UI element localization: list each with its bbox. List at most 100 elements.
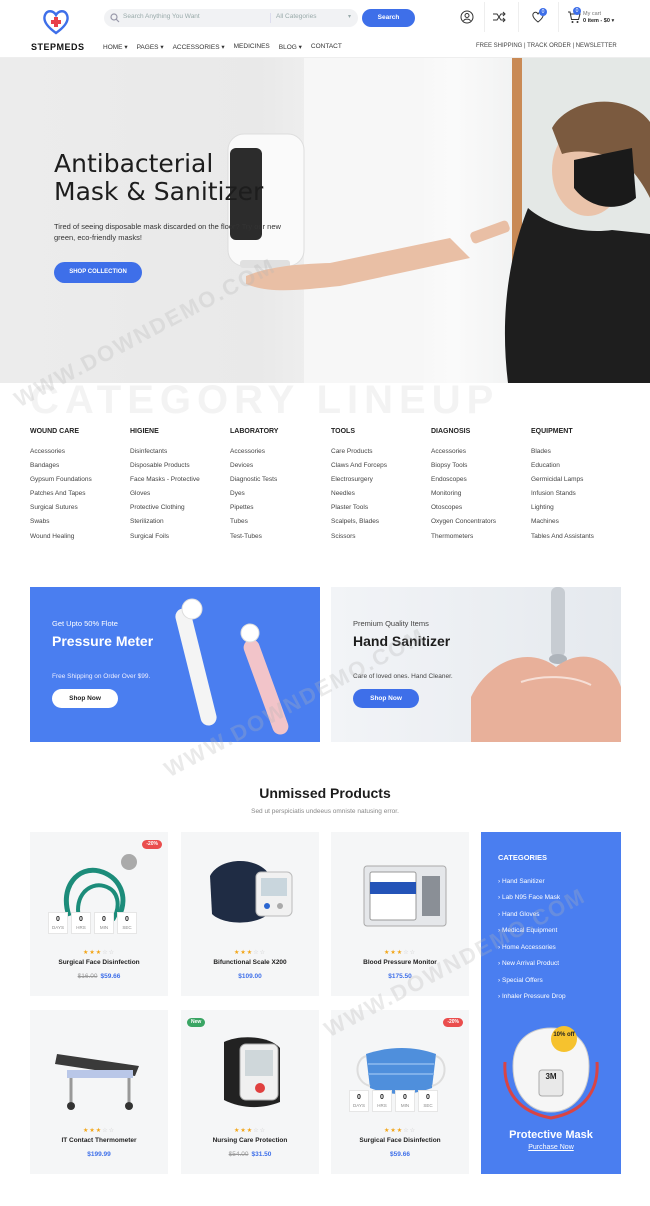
current-price: $31.50 [251,1151,272,1158]
sidebar-item-special-offers[interactable]: › Special Offers [498,977,543,984]
search-button[interactable]: Search [362,9,415,27]
category-link[interactable]: Disposable Products [130,462,230,476]
product-name[interactable]: Bifunctional Scale X200 [181,959,319,966]
category-link[interactable]: Scissors [331,533,431,547]
category-link[interactable]: Accessories [230,448,330,462]
sidebar-item-new-arrival[interactable]: › New Arrival Product [498,960,559,967]
category-link[interactable]: Oxygen Concentrators [431,518,531,532]
category-column-title[interactable]: TOOLS [331,428,431,435]
countdown-value: 0 [125,916,129,923]
logo-icon[interactable] [42,8,70,36]
category-link[interactable]: Blades [531,448,631,462]
logo-text[interactable]: STEPMEDS [31,42,85,52]
product-name[interactable]: Surgical Face Disinfection [331,1137,469,1144]
category-select[interactable]: All Categories [276,13,316,20]
account-icon[interactable] [460,10,474,24]
category-link[interactable]: Patches And Tapes [30,490,130,504]
category-link[interactable]: Accessories [431,448,531,462]
category-link[interactable]: Tubes [230,518,330,532]
category-link[interactable]: Diagnostic Tests [230,476,330,490]
product-name[interactable]: Nursing Care Protection [181,1137,319,1144]
search-input[interactable]: Search Anything You Want [123,13,200,20]
category-link[interactable]: Scalpels, Blades [331,518,431,532]
nav-item-blog[interactable]: BLOG ▾ [279,43,302,51]
chevron-down-icon[interactable]: ▾ [348,13,351,20]
category-link[interactable]: Thermometers [431,533,531,547]
category-link[interactable]: Wound Healing [30,533,130,547]
category-link[interactable]: Plaster Tools [331,504,431,518]
product-card[interactable]: New ★★★☆☆ Nursing Care Protection $54.00… [181,1010,319,1174]
countdown-label: MIN [99,925,109,930]
newsletter-link[interactable]: NEWSLETTER [576,43,617,49]
nav-label: PAGES [136,44,159,51]
sidebar-item-hand-sanitizer[interactable]: › Hand Sanitizer [498,878,545,885]
category-link[interactable]: Dyes [230,490,330,504]
category-link[interactable]: Lighting [531,504,631,518]
compare-icon[interactable] [492,10,506,24]
category-link[interactable]: Test-Tubes [230,533,330,547]
category-link[interactable]: Face Masks - Protective [130,476,230,490]
product-card[interactable]: ★★★☆☆ IT Contact Thermometer $199.99 [30,1010,168,1174]
product-name[interactable]: IT Contact Thermometer [30,1137,168,1144]
countdown-minutes: 0 MIN [395,1090,415,1112]
nav-item-accessories[interactable]: ACCESSORIES ▾ [173,43,225,51]
category-column-title[interactable]: WOUND CARE [30,428,130,435]
chevron-right-icon: › [498,960,501,967]
category-link[interactable]: Machines [531,518,631,532]
category-link[interactable]: Disinfectants [130,448,230,462]
hand-washing-image [471,587,621,742]
nav-item-home[interactable]: HOME ▾ [103,43,128,51]
sidebar-item-label: Special Offers [501,977,543,984]
shop-collection-button[interactable]: SHOP COLLECTION [54,262,142,283]
category-link[interactable]: Protective Clothing [130,504,230,518]
category-link[interactable]: Bandages [30,462,130,476]
category-link[interactable]: Care Products [331,448,431,462]
category-link[interactable]: Otoscopes [431,504,531,518]
rating-stars: ★★★☆☆ [384,1128,416,1134]
category-link[interactable]: Needles [331,490,431,504]
promo-kicker: Get Upto 50% Flote [52,619,118,628]
category-link[interactable]: Accessories [30,448,130,462]
sidebar-item-inhaler[interactable]: › Inhaler Pressure Drop [498,993,566,1000]
category-link[interactable]: Infusion Stands [531,490,631,504]
category-link[interactable]: Gloves [130,490,230,504]
category-link[interactable]: Education [531,462,631,476]
category-link[interactable]: Gypsum Foundations [30,476,130,490]
countdown-label: SEC [423,1103,433,1108]
shop-now-button[interactable]: Shop Now [52,689,118,708]
category-column-title[interactable]: HIGIENE [130,428,230,435]
nav-item-medicines[interactable]: MEDICINES [234,43,270,51]
category-column-title[interactable]: EQUIPMENT [531,428,631,435]
category-link[interactable]: Tables And Assistants [531,533,631,547]
category-link[interactable]: Surgical Foils [130,533,230,547]
countdown-timer: 0 DAYS 0 HRS 0 MIN 0 SEC [48,912,137,934]
category-column-title[interactable]: DIAGNOSIS [431,428,531,435]
shop-now-button[interactable]: Shop Now [353,689,419,708]
product-card[interactable]: ★★★☆☆ Bifunctional Scale X200 $109.00 [181,832,319,996]
purchase-now-link[interactable]: Purchase Now [481,1144,621,1151]
category-link[interactable]: Claws And Forceps [331,462,431,476]
nav-item-pages[interactable]: PAGES ▾ [137,43,164,51]
category-link[interactable]: Biopsy Tools [431,462,531,476]
cart-label[interactable]: My cart [583,11,601,17]
category-link[interactable]: Pipettes [230,504,330,518]
track-order-link[interactable]: TRACK ORDER [527,43,571,49]
category-column-title[interactable]: LABORATORY [230,428,330,435]
free-shipping-link[interactable]: FREE SHIPPING [476,43,522,49]
category-link[interactable]: Monitoring [431,490,531,504]
product-name[interactable]: Surgical Face Disinfection [30,959,168,966]
cart-summary[interactable]: 0 item - $0 ▾ [583,18,614,24]
category-link[interactable]: Endoscopes [431,476,531,490]
product-card[interactable]: -20% 0 DAYS 0 HRS 0 MIN 0 SEC ★★★☆☆ Surgical… [331,1010,469,1174]
category-link[interactable]: Germicidal Lamps [531,476,631,490]
nav-item-contact[interactable]: CONTACT [311,43,342,51]
product-card[interactable]: -20% 0 DAYS 0 HRS 0 MIN 0 SEC ★★★☆☆ Surgical… [30,832,168,996]
countdown-label: HRS [76,925,86,930]
nav-label: BLOG [278,44,297,51]
category-link[interactable]: Devices [230,462,330,476]
category-link[interactable]: Surgical Sutures [30,504,130,518]
category-link[interactable]: Sterilization [130,518,230,532]
category-link[interactable]: Swabs [30,518,130,532]
category-link[interactable]: Electrosurgery [331,476,431,490]
section-title: Unmissed Products [259,785,391,801]
